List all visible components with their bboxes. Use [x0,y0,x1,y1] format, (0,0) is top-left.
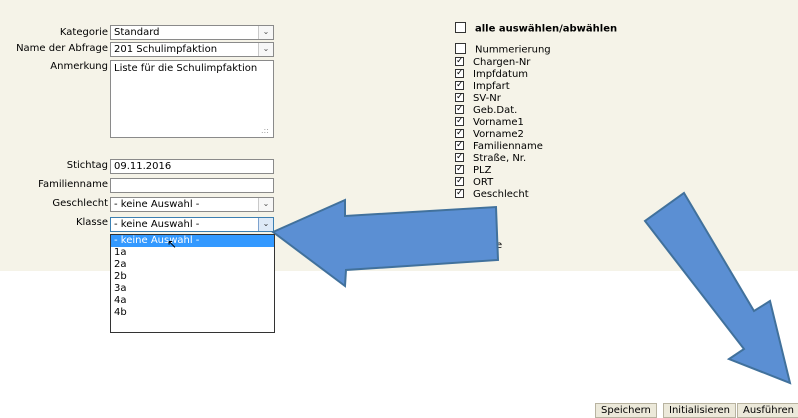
klasse-option[interactable]: 4a [111,295,274,307]
run-button[interactable]: Ausführen [737,403,798,418]
klasse-option[interactable]: 4b [111,307,274,319]
diagonal-arrow [643,191,792,385]
klasse-dropdown-list[interactable]: - keine Auswahl -1a 2a 2b 3a 4a 4b [110,234,275,333]
annotation-overlay [271,191,792,385]
klasse-option[interactable]: - keine Auswahl - [111,235,274,247]
mouse-cursor-icon: ↖ [167,237,178,251]
klasse-option[interactable]: 3a [111,283,274,295]
klasse-option[interactable]: 2a [111,259,274,271]
initialize-button[interactable]: Initialisieren [663,403,736,418]
klasse-option[interactable]: 2b [111,271,274,283]
save-button[interactable]: Speichern [595,403,657,418]
left-arrow [271,198,500,288]
klasse-option[interactable]: 1a [111,247,274,259]
